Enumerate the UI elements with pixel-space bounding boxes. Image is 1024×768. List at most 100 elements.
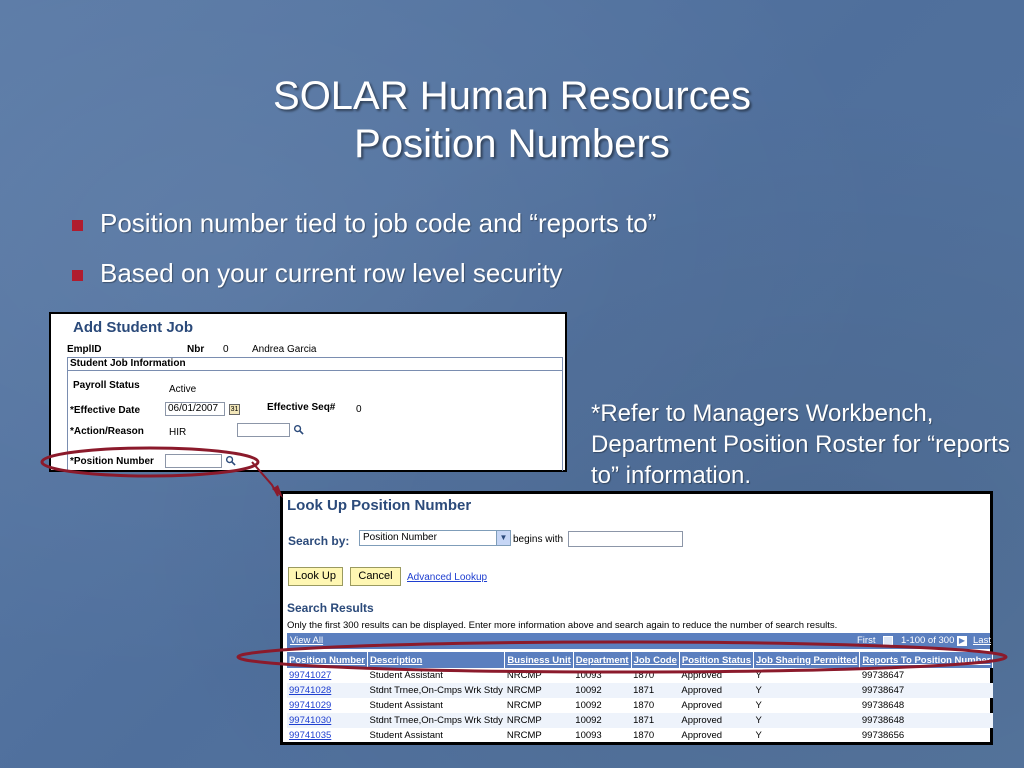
cell: 99738648 (861, 700, 905, 711)
nbr-label: Nbr (187, 344, 205, 355)
position-number-link[interactable]: 99741035 (287, 728, 368, 743)
cell: 1871 (631, 713, 680, 728)
position-number-link[interactable]: 99741029 (287, 698, 368, 713)
bullet-square-icon (72, 220, 83, 231)
action-value: HIR (169, 427, 187, 438)
bullet-square-icon (72, 270, 83, 281)
cell: 10092 (573, 713, 632, 728)
cell: NRCMP (506, 730, 542, 741)
employee-name: Andrea Garcia (252, 344, 317, 355)
lookup-position-panel: Look Up Position Number Search by: Posit… (280, 491, 994, 745)
position-number-input[interactable] (165, 454, 222, 468)
cell: Stdnt Trnee,On-Cmps Wrk Stdy (367, 683, 505, 698)
results-navigation-bar: View All First 1-100 of 300 ▶ Last (287, 633, 991, 649)
cell: NRCMP (506, 700, 542, 711)
slide-title: SOLAR Human Resources Position Numbers (0, 72, 1024, 168)
effective-date-input[interactable]: 06/01/2007 (165, 402, 225, 416)
search-results-title: Search Results (287, 601, 374, 615)
cell: 1870 (633, 670, 655, 681)
operator-label: begins with (513, 534, 564, 545)
table-row: 99741035 Student Assistant NRCMP 10093 1… (287, 728, 993, 743)
reference-note: *Refer to Managers Workbench, Department… (591, 400, 1010, 489)
cell: 99738647 (861, 670, 905, 681)
column-header[interactable]: Position Status (679, 652, 755, 668)
cell: Student Assistant (369, 700, 443, 711)
cell: NRCMP (504, 683, 574, 698)
advanced-lookup-link[interactable]: Advanced Lookup (407, 572, 487, 583)
bullet-item: Position number tied to job code and “re… (72, 208, 656, 258)
cell: Approved (679, 683, 754, 698)
search-by-value: Position Number (363, 532, 437, 543)
cell: 10093 (575, 730, 602, 741)
cancel-button[interactable]: Cancel (350, 567, 401, 586)
panel-title: Add Student Job (73, 319, 193, 336)
position-number-link[interactable]: 99741027 (287, 668, 368, 683)
cell: Y (753, 713, 860, 728)
cell: Approved (681, 730, 723, 741)
cell: Approved (681, 700, 723, 711)
lookup-title: Look Up Position Number (287, 497, 472, 514)
cell: Student Assistant (369, 670, 443, 681)
slide-title-line2: Position Numbers (354, 122, 670, 166)
emplid-label: EmplID (67, 344, 102, 355)
chevron-down-icon[interactable]: ▼ (496, 531, 510, 545)
cell: 99738656 (861, 730, 905, 741)
column-header[interactable]: Reports To Position Number (859, 652, 994, 668)
bullet-list: Position number tied to job code and “re… (72, 208, 656, 308)
column-header[interactable]: Business Unit (504, 652, 574, 668)
next-page-icon[interactable]: ▶ (957, 636, 967, 646)
search-by-label: Search by: (288, 534, 350, 548)
column-header[interactable]: Job Sharing Permitted (753, 652, 861, 668)
column-header[interactable]: Position Number (287, 652, 369, 668)
cell: 99738648 (859, 713, 993, 728)
view-all-link[interactable]: View All (290, 633, 323, 649)
calendar-icon[interactable]: 31 (229, 404, 240, 415)
cell: Y (755, 730, 762, 741)
cell: 10092 (573, 683, 632, 698)
table-row: 99741029 Student Assistant NRCMP 10092 1… (287, 698, 993, 713)
position-number-label: *Position Number (70, 456, 154, 467)
effective-date-label: *Effective Date (70, 405, 141, 416)
bullet-text: Based on your current row level security (100, 258, 563, 288)
bullet-item: Based on your current row level security (72, 258, 656, 308)
cell: 1870 (633, 700, 655, 711)
lookup-magnifier-icon[interactable] (225, 455, 236, 466)
payroll-status-value: Active (169, 384, 197, 395)
cell: Y (755, 670, 762, 681)
last-link[interactable]: Last (973, 633, 991, 649)
results-table: Position Number Description Business Uni… (287, 652, 994, 743)
table-header-row: Position Number Description Business Uni… (287, 652, 994, 668)
first-link[interactable]: First (857, 633, 875, 649)
section-header: Student Job Information (67, 357, 563, 371)
add-student-job-panel: Add Student Job EmplID Nbr 0 Andrea Garc… (49, 312, 567, 472)
position-number-link[interactable]: 99741030 (287, 713, 368, 728)
cell: 10093 (575, 670, 602, 681)
payroll-status-label: Payroll Status (73, 380, 140, 391)
lookup-magnifier-icon[interactable] (293, 424, 304, 435)
lookup-button[interactable]: Look Up (288, 567, 343, 586)
cell: Y (755, 700, 762, 711)
table-row: 99741030 Stdnt Trnee,On-Cmps Wrk Stdy NR… (287, 713, 993, 728)
cell: 1870 (633, 730, 655, 741)
search-value-input[interactable] (568, 531, 683, 547)
cell: 10092 (575, 700, 602, 711)
search-by-select[interactable]: Position Number ▼ (359, 530, 511, 546)
previous-page-icon[interactable] (883, 636, 893, 646)
nbr-value: 0 (223, 344, 229, 355)
cell: Approved (681, 670, 723, 681)
results-range: 1-100 of 300 (901, 635, 955, 646)
cell: Y (753, 683, 860, 698)
cell: 1871 (631, 683, 680, 698)
column-header[interactable]: Department (573, 652, 632, 668)
reason-input[interactable] (237, 423, 290, 437)
column-header[interactable]: Job Code (631, 652, 680, 668)
effective-seq-value: 0 (356, 404, 362, 415)
cell: Approved (679, 713, 754, 728)
column-header[interactable]: Description (367, 652, 506, 668)
bullet-text: Position number tied to job code and “re… (100, 208, 657, 238)
cell: NRCMP (506, 670, 542, 681)
table-row: 99741027 Student Assistant NRCMP 10093 1… (287, 668, 993, 683)
position-number-link[interactable]: 99741028 (287, 683, 368, 698)
cell: Stdnt Trnee,On-Cmps Wrk Stdy (367, 713, 505, 728)
results-message: Only the first 300 results can be displa… (287, 620, 838, 631)
